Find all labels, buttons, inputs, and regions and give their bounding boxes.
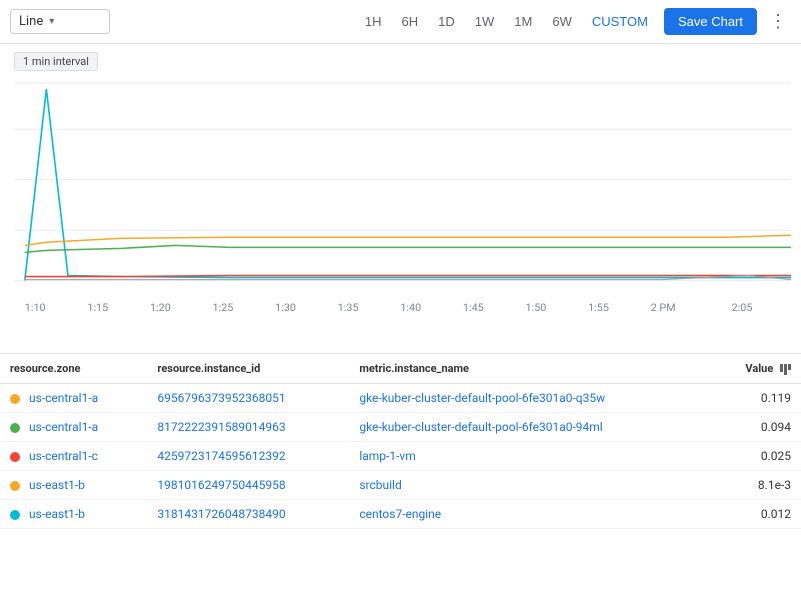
cell-zone: us-east1-b bbox=[0, 471, 147, 500]
cell-instance: 6956796373952368051 bbox=[147, 384, 349, 413]
table-row: us-central1-a 8172222391589014963 gke-ku… bbox=[0, 413, 801, 442]
svg-text:1:25: 1:25 bbox=[213, 301, 234, 314]
data-table-container: resource.zone resource.instance_id metri… bbox=[0, 354, 801, 529]
zone-link[interactable]: us-east1-b bbox=[29, 507, 85, 521]
zone-link[interactable]: us-central1-a bbox=[29, 391, 98, 405]
col-header-metric: metric.instance_name bbox=[349, 354, 711, 384]
row-dot bbox=[10, 394, 20, 404]
row-dot bbox=[10, 510, 20, 520]
cell-instance: 1981016249750445958 bbox=[147, 471, 349, 500]
zone-link[interactable]: us-east1-b bbox=[29, 478, 85, 492]
time-btn-6w[interactable]: 6W bbox=[544, 10, 580, 33]
svg-text:1:35: 1:35 bbox=[338, 301, 359, 314]
svg-text:1:45: 1:45 bbox=[463, 301, 484, 314]
zone-link[interactable]: us-central1-a bbox=[29, 420, 98, 434]
col-header-zone: resource.zone bbox=[0, 354, 147, 384]
instance-link[interactable]: 1981016249750445958 bbox=[157, 478, 285, 492]
instance-link[interactable]: 6956796373952368051 bbox=[157, 391, 285, 405]
instance-link[interactable]: 3181431726048738490 bbox=[157, 507, 285, 521]
chart-svg: 0 0.1 0.2 0.3 0.4 1:10 1:15 1:20 1:25 1:… bbox=[14, 79, 791, 331]
row-dot bbox=[10, 423, 20, 433]
cell-instance: 4259723174595612392 bbox=[147, 442, 349, 471]
toolbar: Line ▾ 1H6H1D1W1M6WCUSTOM Save Chart ⋮ bbox=[0, 0, 801, 44]
cell-zone: us-central1-a bbox=[0, 384, 147, 413]
save-chart-button[interactable]: Save Chart bbox=[664, 8, 757, 35]
time-btn-1w[interactable]: 1W bbox=[467, 10, 503, 33]
sort-icon[interactable] bbox=[780, 364, 791, 375]
cell-zone: us-east1-b bbox=[0, 500, 147, 529]
data-table: resource.zone resource.instance_id metri… bbox=[0, 354, 801, 529]
cell-instance: 8172222391589014963 bbox=[147, 413, 349, 442]
metric-link[interactable]: srcbuild bbox=[359, 478, 401, 492]
time-buttons: 1H6H1D1W1M6WCUSTOM bbox=[357, 10, 656, 33]
svg-text:2 PM: 2 PM bbox=[651, 301, 676, 314]
svg-text:2:05: 2:05 bbox=[732, 301, 753, 314]
table-row: us-central1-a 6956796373952368051 gke-ku… bbox=[0, 384, 801, 413]
cell-instance: 3181431726048738490 bbox=[147, 500, 349, 529]
svg-text:1:30: 1:30 bbox=[275, 301, 296, 314]
instance-link[interactable]: 8172222391589014963 bbox=[157, 420, 285, 434]
cell-metric: srcbuild bbox=[349, 471, 711, 500]
more-options-button[interactable]: ⋮ bbox=[765, 7, 791, 36]
svg-text:1:20: 1:20 bbox=[150, 301, 171, 314]
metric-link[interactable]: gke-kuber-cluster-default-pool-6fe301a0-… bbox=[359, 420, 602, 434]
svg-text:1:40: 1:40 bbox=[400, 301, 421, 314]
col-header-instance: resource.instance_id bbox=[147, 354, 349, 384]
time-btn-6h[interactable]: 6H bbox=[394, 10, 427, 33]
svg-text:1:15: 1:15 bbox=[87, 301, 108, 314]
row-dot bbox=[10, 481, 20, 491]
table-row: us-east1-b 3181431726048738490 centos7-e… bbox=[0, 500, 801, 529]
cell-value: 0.094 bbox=[712, 413, 801, 442]
cell-metric: centos7-engine bbox=[349, 500, 711, 529]
chart-type-label: Line bbox=[19, 14, 43, 29]
table-header-row: resource.zone resource.instance_id metri… bbox=[0, 354, 801, 384]
table-row: us-central1-c 4259723174595612392 lamp-1… bbox=[0, 442, 801, 471]
cell-metric: lamp-1-vm bbox=[349, 442, 711, 471]
instance-link[interactable]: 4259723174595612392 bbox=[157, 449, 285, 463]
svg-text:1:55: 1:55 bbox=[588, 301, 609, 314]
cell-metric: gke-kuber-cluster-default-pool-6fe301a0-… bbox=[349, 413, 711, 442]
metric-link[interactable]: centos7-engine bbox=[359, 507, 441, 521]
row-dot bbox=[10, 452, 20, 462]
chevron-down-icon: ▾ bbox=[49, 16, 54, 27]
time-btn-custom[interactable]: CUSTOM bbox=[584, 10, 656, 33]
metric-link[interactable]: lamp-1-vm bbox=[359, 449, 415, 463]
svg-text:1:10: 1:10 bbox=[25, 301, 46, 314]
zone-link[interactable]: us-central1-c bbox=[29, 449, 98, 463]
cell-value: 0.025 bbox=[712, 442, 801, 471]
time-btn-1m[interactable]: 1M bbox=[506, 10, 540, 33]
cell-zone: us-central1-a bbox=[0, 413, 147, 442]
chart-container: 1 min interval 0 0.1 0.2 0.3 0.4 1:10 1:… bbox=[0, 44, 801, 354]
chart-type-dropdown[interactable]: Line ▾ bbox=[10, 9, 110, 34]
time-btn-1h[interactable]: 1H bbox=[357, 10, 390, 33]
interval-badge: 1 min interval bbox=[14, 52, 98, 71]
cell-value: 0.012 bbox=[712, 500, 801, 529]
time-btn-1d[interactable]: 1D bbox=[430, 10, 463, 33]
cell-value: 8.1e-3 bbox=[712, 471, 801, 500]
cell-value: 0.119 bbox=[712, 384, 801, 413]
cell-zone: us-central1-c bbox=[0, 442, 147, 471]
cell-metric: gke-kuber-cluster-default-pool-6fe301a0-… bbox=[349, 384, 711, 413]
svg-text:1:50: 1:50 bbox=[526, 301, 547, 314]
col-header-value: Value bbox=[712, 354, 801, 384]
chart-area: 0 0.1 0.2 0.3 0.4 1:10 1:15 1:20 1:25 1:… bbox=[14, 79, 791, 331]
metric-link[interactable]: gke-kuber-cluster-default-pool-6fe301a0-… bbox=[359, 391, 605, 405]
table-row: us-east1-b 1981016249750445958 srcbuild … bbox=[0, 471, 801, 500]
